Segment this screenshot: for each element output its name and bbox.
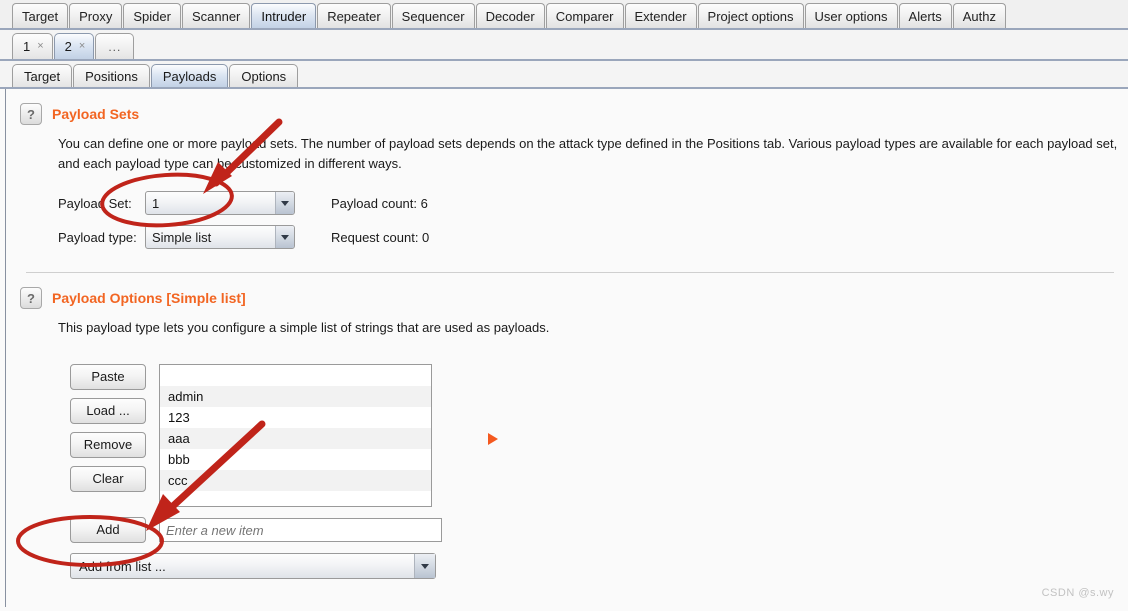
payload-options-description: This payload type lets you configure a s… xyxy=(58,320,550,335)
add-item-row: Add xyxy=(70,517,1128,543)
attack-tab-2-label: 2 xyxy=(64,39,72,54)
chevron-down-icon[interactable] xyxy=(275,192,294,214)
attack-tab-bar: 1 × 2 × ... xyxy=(0,30,1128,63)
tab-proxy[interactable]: Proxy xyxy=(69,3,123,28)
attack-tab-1-label: 1 xyxy=(23,39,31,54)
add-button[interactable]: Add xyxy=(70,517,146,543)
add-from-list-dropdown[interactable]: Add from list ... xyxy=(70,553,436,579)
payloads-panel: ? Payload Sets You can define one or mor… xyxy=(0,89,1128,607)
tab-positions[interactable]: Positions xyxy=(73,64,150,87)
list-item[interactable]: admin xyxy=(160,386,431,407)
tab-authz[interactable]: Authz xyxy=(952,3,1007,28)
tab-project-options[interactable]: Project options xyxy=(697,3,804,28)
payload-sets-section: ? Payload Sets You can define one or mor… xyxy=(6,89,1128,250)
payload-set-row: Payload Set: 1 Payload count: 6 xyxy=(58,190,1128,216)
payload-type-dropdown[interactable]: Simple list xyxy=(145,225,295,249)
payload-options-section: ? Payload Options [Simple list] This pay… xyxy=(6,273,1128,579)
list-item[interactable]: aaa xyxy=(160,428,431,449)
chevron-down-icon[interactable] xyxy=(275,226,294,248)
payload-set-label: Payload Set: xyxy=(58,195,132,211)
request-count: Request count: 0 xyxy=(331,229,430,245)
payload-type-value: Simple list xyxy=(152,229,212,245)
payload-set-value: 1 xyxy=(152,195,160,211)
tab-repeater[interactable]: Repeater xyxy=(317,3,391,28)
payload-sets-title: Payload Sets xyxy=(52,106,140,122)
payload-sets-description: You can define one or more payload sets.… xyxy=(58,136,1118,171)
attack-tab-more[interactable]: ... xyxy=(95,33,135,59)
help-icon[interactable]: ? xyxy=(20,103,42,125)
tab-decoder[interactable]: Decoder xyxy=(475,3,545,28)
add-from-list-value: Add from list ... xyxy=(79,558,166,574)
tab-scanner[interactable]: Scanner xyxy=(181,3,251,28)
payload-type-label: Payload type: xyxy=(58,229,137,245)
list-item[interactable]: bbb xyxy=(160,449,431,470)
close-icon[interactable]: × xyxy=(79,41,85,52)
tab-payloads[interactable]: Payloads xyxy=(150,64,229,87)
tab-intruder[interactable]: Intruder xyxy=(251,3,317,28)
payload-type-row: Payload type: Simple list Request count:… xyxy=(58,224,1128,250)
payload-sets-form: Payload Set: 1 Payload count: 6 Payload … xyxy=(58,190,1128,250)
clear-button[interactable]: Clear xyxy=(70,466,146,492)
tab-comparer[interactable]: Comparer xyxy=(545,3,624,28)
tab-user-options[interactable]: User options xyxy=(804,3,898,28)
payload-list-area: Paste Load ... Remove Clear admin 123 aa… xyxy=(70,364,1128,507)
tab-options[interactable]: Options xyxy=(229,64,299,87)
list-item[interactable]: ccc xyxy=(160,470,431,491)
attack-tab-2[interactable]: 2 × xyxy=(53,33,95,59)
tab-target-sub[interactable]: Target xyxy=(12,64,73,87)
payload-options-title: Payload Options [Simple list] xyxy=(52,290,246,306)
paste-button[interactable]: Paste xyxy=(70,364,146,390)
expand-marker-icon[interactable] xyxy=(488,433,498,445)
main-tab-bar: Target Proxy Spider Scanner Intruder Rep… xyxy=(0,0,1128,32)
close-icon[interactable]: × xyxy=(37,41,43,52)
tab-alerts[interactable]: Alerts xyxy=(898,3,952,28)
remove-button[interactable]: Remove xyxy=(70,432,146,458)
list-item[interactable]: 123 xyxy=(160,407,431,428)
watermark: CSDN @s.wy xyxy=(1041,587,1114,599)
payload-count: Payload count: 6 xyxy=(331,195,428,211)
tab-target[interactable]: Target xyxy=(12,3,69,28)
list-row xyxy=(160,365,431,386)
new-item-input[interactable] xyxy=(159,518,442,542)
sub-tab-bar: Target Positions Payloads Options xyxy=(0,61,1128,89)
payload-list-buttons: Paste Load ... Remove Clear xyxy=(70,364,146,492)
chevron-down-icon[interactable] xyxy=(414,554,435,578)
payload-set-dropdown[interactable]: 1 xyxy=(145,191,295,215)
payload-sets-header: ? Payload Sets xyxy=(20,103,1128,125)
payload-list[interactable]: admin 123 aaa bbb ccc xyxy=(159,364,432,507)
load-button[interactable]: Load ... xyxy=(70,398,146,424)
payload-options-header: ? Payload Options [Simple list] xyxy=(20,287,1128,309)
tab-extender[interactable]: Extender xyxy=(624,3,697,28)
help-icon[interactable]: ? xyxy=(20,287,42,309)
tab-spider[interactable]: Spider xyxy=(123,3,181,28)
tab-sequencer[interactable]: Sequencer xyxy=(391,3,475,28)
attack-tab-1[interactable]: 1 × xyxy=(12,33,53,59)
